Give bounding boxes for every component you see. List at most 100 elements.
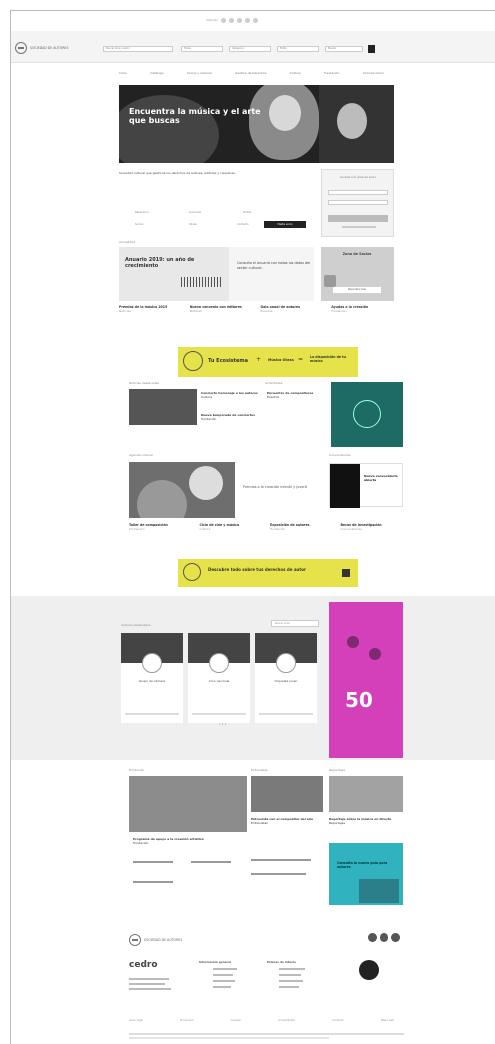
nav-item-gestion[interactable]: Gestión de Derechos [235, 71, 266, 75]
news-card[interactable]: Nuevo convenio con editores Noticias [190, 305, 253, 337]
quick-link[interactable]: Tarifas [243, 211, 251, 214]
footer-legal-link[interactable]: Contacto [332, 1019, 344, 1022]
nav-item-socios[interactable]: Socios y Autores [187, 71, 212, 75]
author-search-input[interactable]: Buscar autor [271, 620, 319, 627]
username-field[interactable] [328, 190, 388, 195]
yellow-ad-banner-2[interactable]: Descubre todo sobre tus derechos de auto… [178, 559, 358, 587]
guide-ad-text: Consulta la nueva guía para autores [337, 861, 388, 869]
footer-link[interactable] [213, 974, 233, 976]
forgot-password-link[interactable] [342, 226, 376, 228]
nav-item-fundacion[interactable]: Fundación [324, 71, 339, 75]
news-item[interactable]: Nueva temporada de conciertos Fundación [201, 413, 261, 421]
report-image[interactable] [329, 776, 403, 812]
text-line [251, 859, 311, 861]
footer-legal-link[interactable]: Privacidad [180, 1019, 193, 1022]
call-box[interactable]: Nueva convocatoria abierta [329, 463, 403, 508]
site-logo[interactable]: SOCIEDAD DE AUTORES [15, 39, 73, 57]
waveform-icon [181, 277, 223, 287]
quick-link[interactable]: Socios [135, 223, 143, 226]
hero-banner[interactable]: Encuentra la música y el arte que buscas [119, 85, 394, 163]
twitter-icon[interactable] [379, 933, 389, 942]
search-input[interactable]: Buscar obra o autor [103, 46, 173, 52]
yellow-ad-banner[interactable]: Tu Ecosistema + Música Obras = La dispos… [178, 347, 358, 377]
signin-button[interactable] [328, 215, 388, 222]
news-item[interactable]: Encuentro de compositores Eventos [267, 391, 325, 399]
footer-logo[interactable]: SOCIEDAD DE AUTORES [129, 931, 185, 949]
nav-item-catalogo[interactable]: Catálogo [150, 71, 163, 75]
lower-news-item[interactable]: Reportaje sobre la música en directo Repo… [329, 817, 403, 825]
page: Idiomas SOCIEDAD DE AUTORES Buscar obra … [10, 10, 495, 1044]
facebook-icon[interactable] [368, 933, 377, 942]
footer-link[interactable] [213, 980, 235, 982]
feature-text: Consulta el anuario con todos los datos … [237, 261, 311, 270]
guide-ad[interactable]: Consulta la nueva guía para autores [329, 843, 403, 905]
carousel-dots[interactable]: • • • [219, 722, 226, 726]
filter-select-search[interactable]: Buscar [325, 46, 363, 52]
quick-link[interactable]: Repertorio [135, 211, 149, 214]
password-field[interactable] [328, 200, 388, 205]
promo-button[interactable]: Descubre más [333, 287, 381, 293]
twitter-icon[interactable] [228, 17, 234, 23]
quick-link[interactable]: Contacto [237, 223, 249, 226]
footer-legal-link[interactable]: Accesibilidad [278, 1019, 295, 1022]
filter-select-category[interactable]: Categoría [229, 46, 271, 52]
members-icon [324, 275, 336, 287]
footer-legal-link[interactable]: Cookies [231, 1019, 241, 1022]
anniversary-ad[interactable]: 50 [329, 602, 403, 758]
anniversary-number: 50 [345, 688, 373, 712]
agenda-card[interactable]: Taller de composición Formación [129, 523, 192, 553]
text-line [133, 861, 173, 863]
author-name: Grupo de cámara [138, 679, 166, 683]
footer-link[interactable] [279, 980, 303, 982]
footer-link[interactable] [279, 968, 305, 970]
news-category: Reportajes [329, 821, 346, 825]
agenda-card[interactable]: Ciclo de cine y música Cultura [200, 523, 263, 553]
join-button[interactable]: Hazte socio [264, 221, 306, 228]
filter-select-style[interactable]: Estilo [277, 46, 319, 52]
news-image[interactable] [129, 389, 197, 425]
footer-address-line [129, 978, 169, 980]
footer-copyright [129, 1033, 404, 1035]
news-item[interactable]: Concierto homenaje a los autores Cultura [201, 391, 261, 399]
lower-news-item[interactable]: Programa de apoyo a la creación artístic… [133, 837, 243, 845]
nav-item-cultura[interactable]: Cultura [290, 71, 301, 75]
linkedin-icon[interactable] [252, 17, 258, 23]
filter-select-all[interactable]: Todas [181, 46, 223, 52]
signin-title: Accede a tu área de socio [339, 175, 377, 179]
nav-item-inicio[interactable]: Inicio [119, 71, 127, 75]
logo-text: SOCIEDAD DE AUTORES [30, 46, 69, 50]
hero-photo-shape [119, 95, 219, 163]
news-card[interactable]: Ayudas a la creación Fundación [331, 305, 394, 337]
footer-link[interactable] [279, 986, 299, 988]
agenda-card[interactable]: Exposición de autores Fundación [270, 523, 333, 553]
foundation-image[interactable] [129, 776, 247, 832]
footer-legal-link[interactable]: Mapa web [381, 1019, 394, 1022]
youtube-icon[interactable] [236, 17, 242, 23]
news-card[interactable]: Gala anual de autores Eventos [261, 305, 324, 337]
agenda-image[interactable] [129, 462, 235, 518]
footer-link[interactable] [213, 968, 237, 970]
teal-ad[interactable] [331, 382, 403, 447]
agenda-card[interactable]: Becas de investigación Convocatorias [341, 523, 404, 553]
quick-link[interactable]: Licencias [189, 211, 201, 214]
author-card[interactable]: Orquesta joven [255, 633, 317, 723]
news-card[interactable]: Premios de la música 2019 Noticias [119, 305, 182, 337]
partner-logo[interactable]: cedro [129, 960, 158, 970]
feature-banner[interactable]: Anuario 2019: un año de crecimiento Cons… [119, 247, 314, 301]
author-card[interactable]: Coro nacional [188, 633, 250, 723]
lower-news-item[interactable]: Entrevista con el compositor del año Entr… [251, 817, 323, 825]
search-button[interactable] [368, 45, 375, 53]
footer-link[interactable] [279, 974, 301, 976]
youtube-icon[interactable] [391, 933, 401, 942]
footer-link[interactable] [213, 986, 231, 988]
interview-image[interactable] [251, 776, 323, 812]
author-card[interactable]: Grupo de cámara [121, 633, 183, 723]
facebook-icon[interactable] [220, 17, 226, 23]
certification-badge-icon[interactable] [359, 960, 379, 980]
instagram-icon[interactable] [244, 17, 250, 23]
avatar-icon [369, 648, 381, 660]
nav-item-comunicacion[interactable]: Comunicación [363, 71, 384, 75]
footer-legal-link[interactable]: Aviso legal [129, 1019, 143, 1022]
author-badge-icon [276, 653, 296, 673]
quick-link[interactable]: Obras [189, 223, 197, 226]
